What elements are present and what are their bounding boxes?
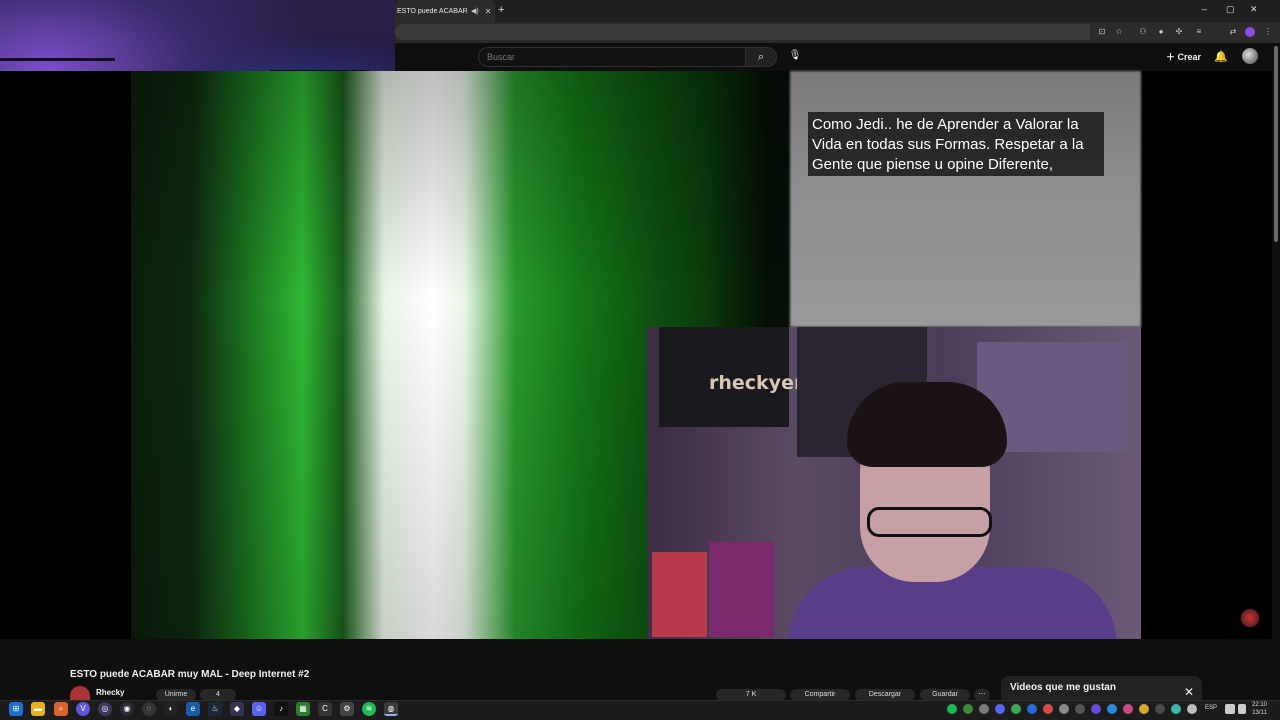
downloads-icon[interactable]: ≡ xyxy=(1193,26,1205,38)
spotify-icon[interactable]: ≋ xyxy=(362,702,376,716)
app-icon[interactable]: ◉ xyxy=(120,702,134,716)
notifications-bell-icon[interactable]: 🔔 xyxy=(1214,50,1228,63)
blurred-text-panel xyxy=(790,71,1141,327)
playlist-title[interactable]: Videos que me gustan xyxy=(1010,682,1116,693)
speaker-icon[interactable]: ◀) xyxy=(471,7,479,15)
app-icon[interactable]: ◎ xyxy=(98,702,112,716)
capcut-icon[interactable]: C xyxy=(318,702,332,716)
book-cover xyxy=(709,542,774,637)
plus-icon: ＋ xyxy=(1166,52,1176,62)
video-title: ESTO puede ACABAR muy MAL - Deep Interne… xyxy=(70,669,310,680)
tab-title: ESTO puede ACABAR muy xyxy=(397,7,469,15)
quote-text: Como Jedi.. he de Aprender a Valorar la … xyxy=(812,116,1084,173)
address-bar[interactable] xyxy=(395,24,1090,40)
browser-tab-strip xyxy=(395,0,1280,22)
browser-tab-active[interactable]: ESTO puede ACABAR muy ◀) ✕ xyxy=(395,0,495,22)
app-icon[interactable]: ◐ xyxy=(164,702,178,716)
extensions-puzzle-icon[interactable]: ✣ xyxy=(1173,26,1185,38)
tray-icon[interactable] xyxy=(1123,704,1133,714)
spotify-tray-icon[interactable] xyxy=(947,704,957,714)
volume-icon[interactable] xyxy=(1238,704,1246,714)
profile-avatar-icon[interactable] xyxy=(1245,27,1255,37)
create-button[interactable]: ＋ Crear xyxy=(1166,50,1201,63)
search-icon: ⌕ xyxy=(757,51,765,63)
tray-icon[interactable] xyxy=(1155,704,1165,714)
tray-icon[interactable] xyxy=(1011,704,1021,714)
tray-icon[interactable] xyxy=(1027,704,1037,714)
extension-icon[interactable]: ⚇ xyxy=(1137,26,1149,38)
extension-blue-icon[interactable]: ● xyxy=(1155,26,1167,38)
create-label: Crear xyxy=(1177,52,1202,62)
search-app-icon[interactable]: ⌕ xyxy=(54,702,68,716)
browser-menu-icon[interactable]: ⋮ xyxy=(1262,26,1274,38)
bookmark-star-icon[interactable]: ☆ xyxy=(1113,26,1125,38)
file-explorer-icon[interactable]: ▬ xyxy=(31,702,45,716)
steam-icon[interactable]: ♨ xyxy=(208,702,222,716)
vpn-app-icon[interactable]: V xyxy=(76,702,90,716)
network-icon[interactable] xyxy=(1225,704,1235,714)
tray-icon[interactable] xyxy=(1171,704,1181,714)
app-icon[interactable]: ◌ xyxy=(142,702,156,716)
tiktok-icon[interactable]: ♪ xyxy=(274,702,288,716)
app-icon[interactable]: ◆ xyxy=(230,702,244,716)
tray-icon[interactable] xyxy=(963,704,973,714)
tray-icon[interactable] xyxy=(1043,704,1053,714)
channel-avatar[interactable] xyxy=(70,686,90,700)
account-avatar[interactable] xyxy=(1242,48,1258,64)
chrome-icon[interactable]: ◍ xyxy=(384,702,398,716)
tab-search-icon[interactable]: ⇄ xyxy=(1227,26,1239,38)
microphone-icon[interactable]: 🎙 xyxy=(788,50,802,64)
microphone-tray-icon[interactable] xyxy=(1187,704,1197,714)
taskbar-clock[interactable]: 22:10 13/11 xyxy=(1252,701,1267,717)
tab-close-icon[interactable]: ✕ xyxy=(485,7,492,16)
windows-start-icon[interactable]: ⊞ xyxy=(9,702,23,716)
discord-tray-icon[interactable] xyxy=(995,704,1005,714)
discord-icon[interactable]: ☺ xyxy=(252,702,266,716)
minimize-button[interactable]: ‒ xyxy=(1202,4,1207,14)
tray-icon[interactable] xyxy=(1059,704,1069,714)
input-language[interactable]: ESP xyxy=(1205,705,1217,711)
quote-caption-box: Como Jedi.. he de Aprender a Valorar la … xyxy=(808,112,1104,176)
streamer-webcam-main: rheckyem xyxy=(647,327,1141,639)
scrollbar-thumb[interactable] xyxy=(1274,46,1278,242)
tray-icon[interactable] xyxy=(1107,704,1117,714)
clock-time: 22:10 xyxy=(1252,702,1268,708)
edge-icon[interactable]: e xyxy=(186,702,200,716)
tray-icon[interactable] xyxy=(1075,704,1085,714)
tray-icon[interactable] xyxy=(1139,704,1149,714)
close-window-button[interactable]: ✕ xyxy=(1250,4,1258,15)
clock-date: 13/11 xyxy=(1252,710,1267,716)
app-icon[interactable]: ▦ xyxy=(296,702,310,716)
channel-name[interactable]: Rhecky xyxy=(96,688,124,697)
search-input[interactable] xyxy=(478,47,746,67)
tray-icon[interactable] xyxy=(1091,704,1101,714)
new-tab-button[interactable]: + xyxy=(498,4,504,16)
playlist-close-icon[interactable]: ✕ xyxy=(1184,685,1194,699)
maximize-button[interactable]: ▢ xyxy=(1226,4,1235,15)
tray-icon[interactable] xyxy=(979,704,989,714)
app-icon[interactable]: ⚙ xyxy=(340,702,354,716)
channel-watermark-icon[interactable] xyxy=(1240,608,1260,628)
install-app-icon[interactable]: ⊡ xyxy=(1096,26,1108,38)
book-cover xyxy=(652,552,707,637)
search-button[interactable]: ⌕ xyxy=(745,47,777,67)
